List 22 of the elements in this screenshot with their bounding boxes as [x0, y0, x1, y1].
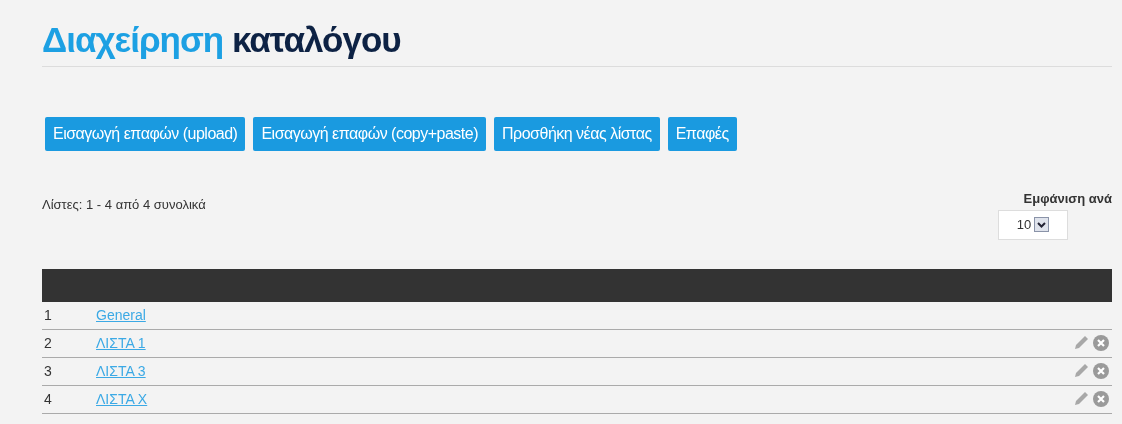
row-number: 3 [43, 361, 53, 381]
delete-icon[interactable] [1092, 390, 1110, 408]
row-number: 4 [43, 389, 53, 409]
edit-icon[interactable] [1072, 334, 1090, 352]
page-size-label: Εμφάνιση ανά [1023, 190, 1112, 208]
delete-icon[interactable] [1092, 334, 1110, 352]
row-number: 2 [43, 333, 53, 353]
list-count-text: Λίστες: 1 - 4 από 4 συνολικά [42, 196, 206, 214]
edit-icon[interactable] [1072, 390, 1090, 408]
action-button[interactable]: Επαφές [667, 117, 737, 151]
action-button[interactable]: Προσθήκη νέας λίστας [494, 117, 660, 151]
edit-icon[interactable] [1072, 362, 1090, 380]
page-title: Διαχείρηση καταλόγου [42, 19, 401, 61]
dropdown-icon[interactable] [1034, 217, 1050, 232]
list-link[interactable]: ΛΙΣΤΑ 3 [96, 360, 146, 382]
delete-icon[interactable] [1092, 362, 1110, 380]
list-link[interactable]: ΛΙΣΤΑ X [96, 388, 148, 410]
list-link[interactable]: ΛΙΣΤΑ 1 [96, 332, 146, 354]
list-link[interactable]: General [96, 304, 146, 326]
row-number: 1 [43, 305, 53, 325]
action-button[interactable]: Εισαγωγή επαφών (copy+paste) [253, 117, 487, 151]
action-button[interactable]: Εισαγωγή επαφών (upload) [45, 117, 246, 151]
